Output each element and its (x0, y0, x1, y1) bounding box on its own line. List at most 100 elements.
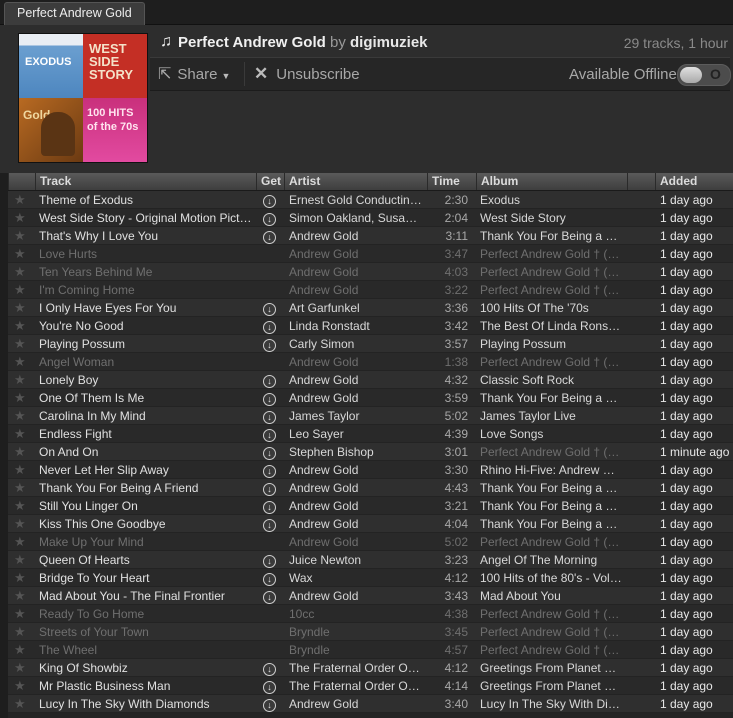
table-row[interactable]: ★ Streets of Your Town Bryndle 3:45 Perfect … (8, 623, 733, 641)
artist-link[interactable]: Juice Newton (289, 551, 422, 569)
star-icon[interactable]: ★ (14, 335, 28, 353)
table-row[interactable]: ★ That's Why I Love You ↓ Andrew Gold 3:11 Th… (8, 227, 733, 245)
artist-link[interactable]: Andrew Gold (289, 497, 422, 515)
album-link[interactable]: The Best Of Linda Ronstad... (480, 317, 622, 335)
table-row[interactable]: ★ Theme of Exodus ↓ Ernest Gold Conducting … (8, 191, 733, 209)
star-icon[interactable]: ★ (14, 479, 28, 497)
column-header-get[interactable]: Get (256, 173, 284, 190)
star-icon[interactable]: ★ (14, 659, 28, 677)
star-icon[interactable]: ★ (14, 551, 28, 569)
available-offline-toggle[interactable]: O (677, 64, 731, 86)
star-icon[interactable]: ★ (14, 317, 28, 335)
album-link[interactable]: Exodus (480, 191, 622, 209)
column-header-added[interactable]: Added (655, 173, 733, 190)
table-row[interactable]: ★ Ready To Go Home 10cc 4:38 Perfect Andrew … (8, 605, 733, 623)
artist-link[interactable]: The Fraternal Order Of T... (289, 677, 422, 695)
album-link[interactable]: Perfect Andrew Gold † (acc... (480, 443, 622, 461)
artist-link[interactable]: Simon Oakland, Susan O... (289, 209, 422, 227)
star-icon[interactable]: ★ (14, 443, 28, 461)
artist-link[interactable]: Andrew Gold (289, 263, 422, 281)
album-link[interactable]: Greetings From Planet Love (480, 659, 622, 677)
table-row[interactable]: ★ Queen Of Hearts ↓ Juice Newton 3:23 Angel O… (8, 551, 733, 569)
unsubscribe-button[interactable]: ✕ Unsubscribe (254, 64, 360, 84)
star-icon[interactable]: ★ (14, 623, 28, 641)
artist-link[interactable]: Wax (289, 569, 422, 587)
star-icon[interactable]: ★ (14, 425, 28, 443)
star-icon[interactable]: ★ (14, 191, 28, 209)
table-row[interactable]: ★ You're No Good ↓ Linda Ronstadt 3:42 The Be… (8, 317, 733, 335)
artist-link[interactable]: Andrew Gold (289, 587, 422, 605)
album-link[interactable]: Perfect Andrew Gold † (acc... (480, 281, 622, 299)
artist-link[interactable]: Bryndle (289, 623, 422, 641)
album-link[interactable]: Angel Of The Morning (480, 551, 622, 569)
album-link[interactable]: Rhino Hi-Five: Andrew Gold (480, 461, 622, 479)
table-row[interactable]: ★ I'm Coming Home Andrew Gold 3:22 Perfect A… (8, 281, 733, 299)
album-link[interactable]: 100 Hits Of The '70s (480, 299, 622, 317)
table-row[interactable]: ★ Kiss This One Goodbye ↓ Andrew Gold 4:04 Th… (8, 515, 733, 533)
star-icon[interactable]: ★ (14, 605, 28, 623)
table-row[interactable]: ★ Still You Linger On ↓ Andrew Gold 3:21 Than… (8, 497, 733, 515)
table-row[interactable]: ★ Make Up Your Mind Andrew Gold 5:02 Perfect… (8, 533, 733, 551)
playlist-owner-link[interactable]: digimuziek (350, 34, 428, 51)
artist-link[interactable]: Andrew Gold (289, 245, 422, 263)
table-row[interactable]: ★ I Only Have Eyes For You ↓ Art Garfunkel 3… (8, 299, 733, 317)
star-icon[interactable]: ★ (14, 695, 28, 713)
table-row[interactable]: ★ Carolina In My Mind ↓ James Taylor 5:02 Jam… (8, 407, 733, 425)
share-button[interactable]: ⇱ Share ▼ (158, 64, 230, 84)
album-link[interactable]: Thank You For Being a Frie... (480, 227, 622, 245)
table-row[interactable]: ★ The Wheel Bryndle 4:57 Perfect Andrew Gold… (8, 641, 733, 659)
table-row[interactable]: ★ Mad About You - The Final Frontier ↓ Andr… (8, 587, 733, 605)
star-icon[interactable]: ★ (14, 461, 28, 479)
star-icon[interactable]: ★ (14, 587, 28, 605)
column-header-star[interactable] (8, 173, 35, 190)
star-icon[interactable]: ★ (14, 497, 28, 515)
artist-link[interactable]: Linda Ronstadt (289, 317, 422, 335)
album-link[interactable]: Perfect Andrew Gold † (acc... (480, 245, 622, 263)
table-row[interactable]: ★ Mr Plastic Business Man ↓ The Fraternal O… (8, 677, 733, 695)
tab-playlist[interactable]: Perfect Andrew Gold (4, 2, 145, 25)
table-row[interactable]: ★ Never Let Her Slip Away ↓ Andrew Gold 3:30… (8, 461, 733, 479)
album-link[interactable]: James Taylor Live (480, 407, 622, 425)
table-row[interactable]: ★ Lonely Boy ↓ Andrew Gold 4:32 Classic Soft … (8, 371, 733, 389)
artist-link[interactable]: Andrew Gold (289, 281, 422, 299)
album-link[interactable]: Thank You For Being a Frie... (480, 497, 622, 515)
table-row[interactable]: ★ Love Hurts Andrew Gold 3:47 Perfect Andrew… (8, 245, 733, 263)
artist-link[interactable]: Carly Simon (289, 335, 422, 353)
album-link[interactable]: 100 Hits of the 80's - Volum... (480, 569, 622, 587)
album-link[interactable]: Perfect Andrew Gold † (acc... (480, 623, 622, 641)
artist-link[interactable]: Andrew Gold (289, 695, 422, 713)
table-row[interactable]: ★ Thank You For Being A Friend ↓ Andrew Gol… (8, 479, 733, 497)
album-link[interactable]: Love Songs (480, 425, 622, 443)
artist-link[interactable]: Andrew Gold (289, 533, 422, 551)
album-link[interactable]: Perfect Andrew Gold † (acc... (480, 533, 622, 551)
album-link[interactable]: Classic Soft Rock (480, 371, 622, 389)
album-link[interactable]: Mad About You (480, 587, 622, 605)
album-link[interactable]: Perfect Andrew Gold † (acc... (480, 353, 622, 371)
artist-link[interactable]: Leo Sayer (289, 425, 422, 443)
column-header-track[interactable]: Track (35, 173, 256, 190)
star-icon[interactable]: ★ (14, 263, 28, 281)
star-icon[interactable]: ★ (14, 677, 28, 695)
album-link[interactable]: Thank You For Being a Frie... (480, 515, 622, 533)
star-icon[interactable]: ★ (14, 389, 28, 407)
artist-link[interactable]: 10cc (289, 605, 422, 623)
table-row[interactable]: ★ On And On ↓ Stephen Bishop 3:01 Perfect And… (8, 443, 733, 461)
artist-link[interactable]: Stephen Bishop (289, 443, 422, 461)
star-icon[interactable]: ★ (14, 407, 28, 425)
artist-link[interactable]: Ernest Gold Conducting T... (289, 191, 422, 209)
artist-link[interactable]: Andrew Gold (289, 353, 422, 371)
star-icon[interactable]: ★ (14, 641, 28, 659)
album-link[interactable]: Perfect Andrew Gold † (acc... (480, 263, 622, 281)
star-icon[interactable]: ★ (14, 353, 28, 371)
star-icon[interactable]: ★ (14, 227, 28, 245)
star-icon[interactable]: ★ (14, 299, 28, 317)
artist-link[interactable]: Andrew Gold (289, 479, 422, 497)
table-row[interactable]: ★ Playing Possum ↓ Carly Simon 3:57 Playing P… (8, 335, 733, 353)
column-header-time[interactable]: Time (427, 173, 476, 190)
album-link[interactable]: Thank You For Being a Frie... (480, 479, 622, 497)
artist-link[interactable]: James Taylor (289, 407, 422, 425)
star-icon[interactable]: ★ (14, 245, 28, 263)
album-link[interactable]: Lucy In The Sky With Diam... (480, 695, 622, 713)
table-row[interactable]: ★ Angel Woman Andrew Gold 1:38 Perfect Andre… (8, 353, 733, 371)
artist-link[interactable]: Andrew Gold (289, 371, 422, 389)
